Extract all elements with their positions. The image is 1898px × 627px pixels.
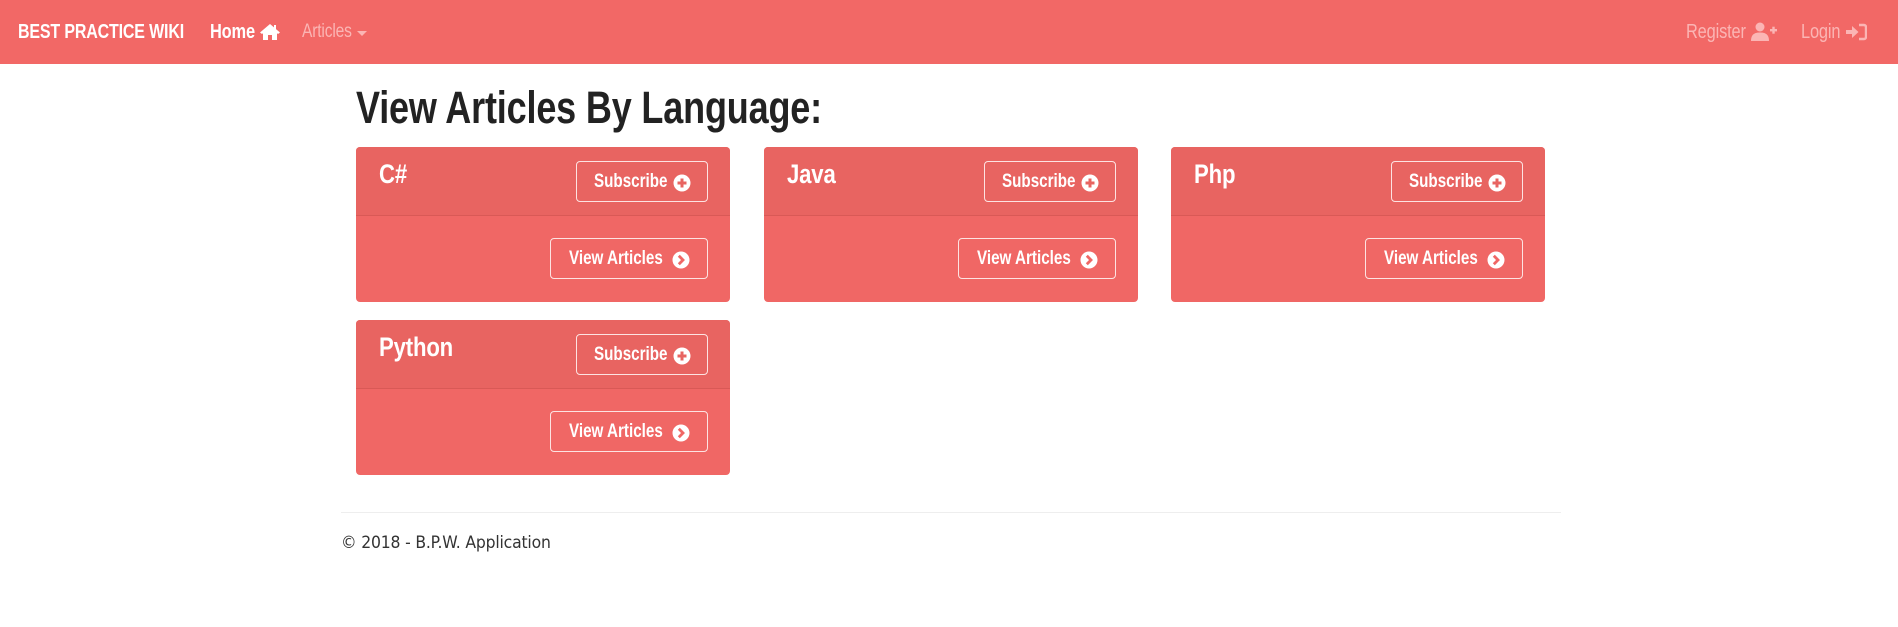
navbar: BEST PRACTICE WIKI Home Articles Registe… — [0, 0, 1898, 64]
language-card-java: Java Subscribe View Articles — [764, 147, 1138, 302]
footer-copyright: © 2018 - B.P.W. Application — [341, 533, 551, 553]
card-header: Python Subscribe — [356, 320, 730, 389]
plus-circle-icon — [673, 347, 691, 371]
language-card-csharp: C# Subscribe View Articles — [356, 147, 730, 302]
language-card-python: Python Subscribe View Articles — [356, 320, 730, 475]
view-articles-button[interactable]: View Articles — [1365, 238, 1523, 279]
chevron-circle-right-icon — [1487, 251, 1505, 275]
view-articles-button[interactable]: View Articles — [550, 411, 708, 452]
card-title-text: C# — [379, 159, 407, 189]
view-articles-button[interactable]: View Articles — [958, 238, 1116, 279]
subscribe-button[interactable]: Subscribe — [1391, 161, 1523, 202]
nav-register-label: Register — [1686, 20, 1746, 43]
card-title-text: Python — [379, 332, 454, 362]
card-header: Java Subscribe — [764, 147, 1138, 216]
card-title-text: Java — [787, 159, 836, 189]
chevron-circle-right-icon — [672, 424, 690, 448]
view-articles-button[interactable]: View Articles — [550, 238, 708, 279]
nav-articles-dropdown[interactable]: Articles — [302, 0, 367, 64]
user-plus-icon — [1750, 22, 1777, 42]
card-header: Php Subscribe — [1171, 147, 1545, 216]
subscribe-button[interactable]: Subscribe — [984, 161, 1116, 202]
nav-register-link[interactable]: Register — [1686, 0, 1777, 64]
language-card-php: Php Subscribe View Articles — [1171, 147, 1545, 302]
nav-home-label: Home — [210, 20, 255, 43]
subscribe-button[interactable]: Subscribe — [576, 161, 708, 202]
card-title-text: Php — [1194, 159, 1236, 189]
page-title: View Articles By Language: — [356, 82, 938, 134]
footer-divider — [341, 512, 1561, 513]
chevron-circle-right-icon — [1080, 251, 1098, 275]
plus-circle-icon — [673, 174, 691, 198]
view-articles-label: View Articles — [1384, 247, 1478, 269]
nav-login-link[interactable]: Login — [1801, 0, 1867, 64]
footer: © 2018 - B.P.W. Application — [341, 533, 569, 553]
view-articles-label: View Articles — [569, 247, 663, 269]
caret-down-icon — [356, 30, 367, 36]
chevron-circle-right-icon — [672, 251, 690, 275]
sign-in-icon — [1845, 23, 1867, 41]
plus-circle-icon — [1081, 174, 1099, 198]
card-title: Java — [787, 159, 846, 190]
nav-login-label: Login — [1801, 20, 1841, 43]
card-title: C# — [379, 159, 413, 190]
subscribe-label: Subscribe — [1409, 170, 1483, 192]
subscribe-label: Subscribe — [594, 343, 668, 365]
card-header: C# Subscribe — [356, 147, 730, 216]
nav-home-link[interactable]: Home — [210, 0, 281, 64]
brand-label: BEST PRACTICE WIKI — [18, 20, 185, 43]
nav-articles-label: Articles — [302, 21, 352, 42]
subscribe-label: Subscribe — [1002, 170, 1076, 192]
page-title-text: View Articles By Language: — [356, 82, 822, 133]
plus-circle-icon — [1488, 174, 1506, 198]
view-articles-label: View Articles — [569, 420, 663, 442]
card-title: Php — [1194, 159, 1244, 190]
view-articles-label: View Articles — [977, 247, 1071, 269]
brand-link[interactable]: BEST PRACTICE WIKI — [18, 0, 226, 64]
card-title: Python — [379, 332, 469, 363]
subscribe-label: Subscribe — [594, 170, 668, 192]
subscribe-button[interactable]: Subscribe — [576, 334, 708, 375]
home-icon — [259, 23, 281, 41]
